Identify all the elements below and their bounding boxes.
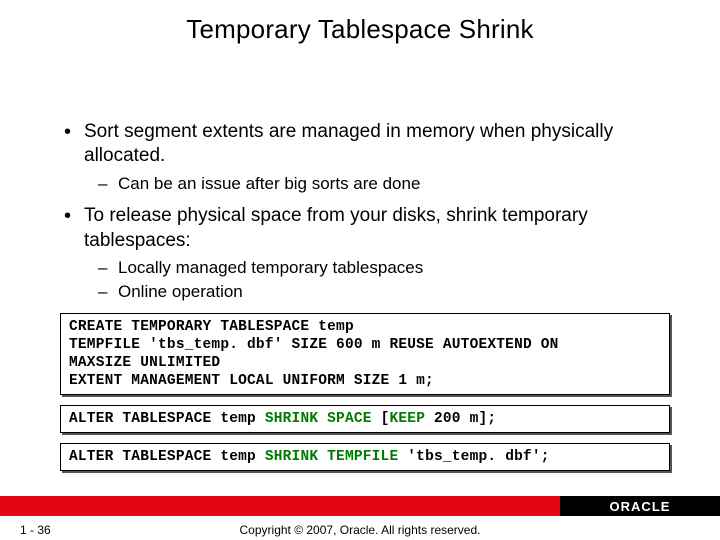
bullet-text: Sort segment extents are managed in memo… bbox=[84, 121, 613, 166]
oracle-logo: ORACLE bbox=[560, 496, 720, 516]
slide: Temporary Tablespace Shrink Sort segment… bbox=[0, 0, 720, 540]
code-block-shrink-tempfile: ALTER TABLESPACE temp SHRINK TEMPFILE 't… bbox=[60, 443, 670, 471]
sub-list: Can be an issue after big sorts are done bbox=[84, 173, 670, 195]
code-text: ALTER TABLESPACE temp bbox=[69, 449, 265, 465]
code-line: MAXSIZE UNLIMITED bbox=[69, 355, 220, 371]
footer-bar: ORACLE bbox=[0, 496, 720, 516]
slide-title: Temporary Tablespace Shrink bbox=[0, 0, 720, 45]
bullet-item: Sort segment extents are managed in memo… bbox=[60, 120, 670, 194]
code-line: TEMPFILE 'tbs_temp. dbf' SIZE 600 m REUS… bbox=[69, 337, 559, 353]
bullet-item: To release physical space from your disk… bbox=[60, 204, 670, 302]
slide-content: Sort segment extents are managed in memo… bbox=[60, 120, 670, 481]
code-text: 'tbs_temp. dbf'; bbox=[398, 449, 549, 465]
code-keyword: SHRINK TEMPFILE bbox=[265, 449, 399, 465]
code-text: 200 m]; bbox=[425, 411, 496, 427]
sub-item: Locally managed temporary tablespaces bbox=[84, 257, 670, 279]
code-text: ALTER TABLESPACE temp bbox=[69, 411, 265, 427]
bullet-text: To release physical space from your disk… bbox=[84, 205, 588, 250]
footer-red-bar bbox=[0, 496, 560, 516]
bullet-list: Sort segment extents are managed in memo… bbox=[60, 120, 670, 303]
code-blocks: CREATE TEMPORARY TABLESPACE temp TEMPFIL… bbox=[60, 313, 670, 472]
code-block-create: CREATE TEMPORARY TABLESPACE temp TEMPFIL… bbox=[60, 313, 670, 396]
sub-item: Online operation bbox=[84, 281, 670, 303]
sub-list: Locally managed temporary tablespaces On… bbox=[84, 257, 670, 303]
code-block-shrink-space: ALTER TABLESPACE temp SHRINK SPACE [KEEP… bbox=[60, 405, 670, 433]
code-keyword: SHRINK SPACE bbox=[265, 411, 372, 427]
code-text: [ bbox=[372, 411, 390, 427]
sub-item: Can be an issue after big sorts are done bbox=[84, 173, 670, 195]
code-line: EXTENT MANAGEMENT LOCAL UNIFORM SIZE 1 m… bbox=[69, 373, 434, 389]
code-keyword: KEEP bbox=[389, 411, 425, 427]
code-line: CREATE TEMPORARY TABLESPACE temp bbox=[69, 319, 354, 335]
copyright-text: Copyright © 2007, Oracle. All rights res… bbox=[0, 523, 720, 537]
